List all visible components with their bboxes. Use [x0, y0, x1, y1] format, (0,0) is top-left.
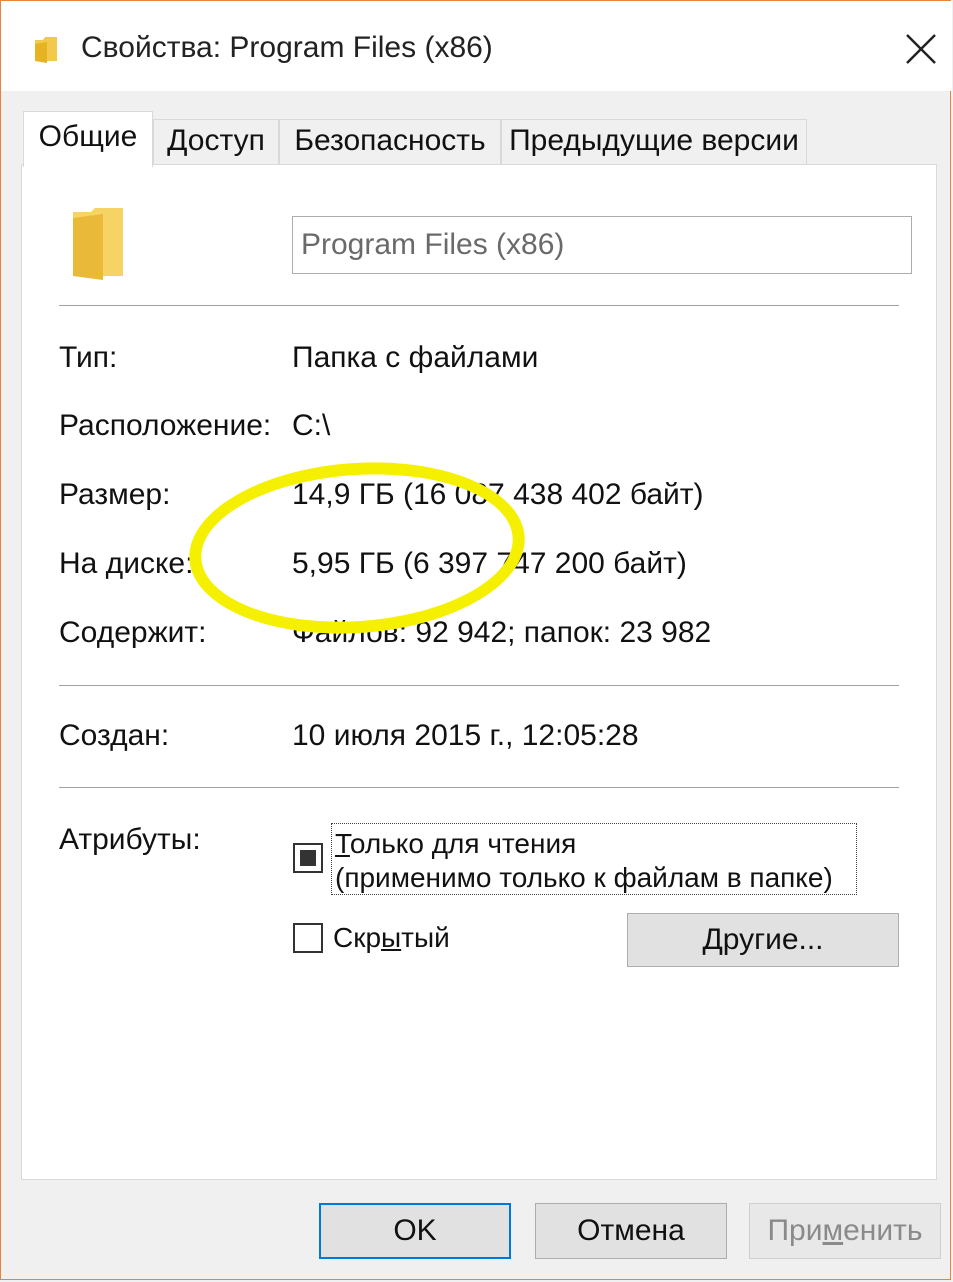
readonly-label-line2: (применимо только к файлам в папке) [335, 862, 833, 893]
separator [59, 787, 899, 789]
contains-value: Файлов: 92 942; папок: 23 982 [292, 616, 712, 649]
apply-button: Применить [749, 1203, 941, 1259]
ok-button[interactable]: OK [319, 1203, 511, 1259]
type-value: Папка с файлами [292, 341, 539, 374]
folder-name-input[interactable] [292, 216, 912, 274]
folder-icon [35, 37, 57, 63]
hidden-label[interactable]: Скрытый [333, 921, 450, 955]
created-label: Создан: [59, 719, 170, 752]
tab-previous-versions[interactable]: Предыдущие версии [501, 119, 807, 165]
general-tab-panel [21, 164, 937, 1180]
tab-security[interactable]: Безопасность [279, 119, 501, 165]
readonly-label-line1[interactable]: Только для чтения [335, 827, 576, 861]
created-value: 10 июля 2015 г., 12:05:28 [292, 719, 639, 752]
close-icon[interactable] [891, 23, 947, 75]
contains-label: Содержит: [59, 616, 207, 649]
separator [59, 685, 899, 687]
type-label: Тип: [59, 341, 118, 374]
size-on-disk-label: На диске: [59, 547, 194, 580]
hidden-checkbox[interactable] [293, 923, 323, 953]
tab-general-label: Общие [38, 120, 138, 153]
location-label: Расположение: [59, 409, 272, 442]
tab-security-label: Безопасность [294, 124, 486, 157]
location-value: C:\ [292, 409, 331, 442]
tab-general[interactable]: Общие [23, 111, 153, 167]
title-bar[interactable]: Свойства: Program Files (x86) [1, 1, 952, 91]
folder-large-icon [73, 208, 123, 280]
indeterminate-mark [300, 850, 316, 866]
tab-sharing-label: Доступ [167, 124, 265, 157]
tab-sharing[interactable]: Доступ [153, 119, 279, 165]
size-value: 14,9 ГБ (16 087 438 402 байт) [292, 478, 704, 511]
readonly-checkbox[interactable] [293, 843, 323, 873]
cancel-button[interactable]: Отмена [535, 1203, 727, 1259]
separator [59, 305, 899, 307]
size-on-disk-value: 5,95 ГБ (6 397 747 200 байт) [292, 547, 687, 580]
tab-previous-versions-label: Предыдущие версии [509, 124, 799, 157]
window-title: Свойства: Program Files (x86) [81, 31, 493, 64]
other-attributes-button[interactable]: Другие... [627, 913, 899, 967]
properties-dialog: Свойства: Program Files (x86) Общие Дост… [0, 0, 952, 1280]
size-label: Размер: [59, 478, 171, 511]
attributes-label: Атрибуты: [59, 823, 201, 856]
